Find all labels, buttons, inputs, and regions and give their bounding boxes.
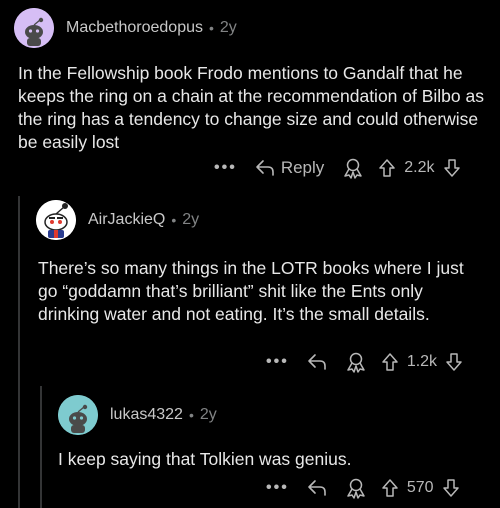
award-icon (344, 158, 363, 179)
upvote-arrow-icon[interactable] (381, 478, 399, 498)
avatar[interactable] (36, 200, 76, 240)
thread-line-level2[interactable] (40, 386, 42, 508)
award-button[interactable] (342, 157, 364, 179)
reply-button[interactable]: Reply (255, 158, 324, 178)
upvote-arrow-icon[interactable] (378, 158, 396, 178)
vote-control: 1.2k (381, 352, 463, 372)
avatar[interactable] (58, 395, 98, 435)
more-options-button[interactable]: ••• (266, 479, 289, 497)
comment-header: Macbethoroedopus • 2y (14, 8, 237, 48)
award-button[interactable] (345, 351, 367, 373)
comment-actions: ••• 570 (266, 477, 460, 499)
downvote-arrow-icon[interactable] (442, 478, 460, 498)
vote-score: 1.2k (406, 353, 438, 370)
comment-body: I keep saying that Tolkien was genius. (58, 449, 352, 469)
separator-dot: • (171, 212, 177, 228)
thread-line-level1[interactable] (18, 196, 20, 508)
upvote-arrow-icon[interactable] (381, 352, 399, 372)
comment-age: 2y (199, 406, 217, 423)
comment-age: 2y (182, 211, 200, 228)
reply-button[interactable] (307, 353, 327, 371)
reply-icon (308, 354, 326, 370)
downvote-arrow-icon[interactable] (443, 158, 461, 178)
comment-actions: ••• 1.2k (266, 351, 463, 373)
vote-score: 570 (406, 479, 434, 496)
reply-icon (256, 160, 274, 176)
author-name[interactable]: lukas4322 (110, 406, 183, 424)
separator-dot: • (188, 407, 194, 423)
comment-age: 2y (219, 19, 237, 36)
vote-control: 570 (381, 478, 460, 498)
comment-body: There’s so many things in the LOTR books… (38, 258, 464, 324)
reply-label: Reply (280, 158, 325, 177)
author-name[interactable]: Macbethoroedopus (66, 19, 203, 37)
comment-header: lukas4322 • 2y (58, 395, 217, 435)
award-button[interactable] (345, 477, 367, 499)
comment-header: AirJackieQ • 2y (36, 200, 199, 240)
award-icon (347, 478, 365, 499)
more-options-button[interactable]: ••• (214, 159, 237, 177)
avatar[interactable] (14, 8, 54, 48)
separator-dot: • (208, 20, 214, 36)
vote-score: 2.2k (404, 159, 435, 176)
comment-actions: ••• Reply 2.2k (214, 157, 461, 179)
reply-icon (308, 480, 326, 496)
award-icon (347, 352, 365, 373)
more-options-button[interactable]: ••• (266, 353, 289, 371)
downvote-arrow-icon[interactable] (445, 352, 463, 372)
reply-button[interactable] (307, 479, 327, 497)
comment-body: In the Fellowship book Frodo mentions to… (18, 63, 484, 152)
vote-control: 2.2k (378, 158, 460, 178)
author-name[interactable]: AirJackieQ (88, 211, 165, 229)
